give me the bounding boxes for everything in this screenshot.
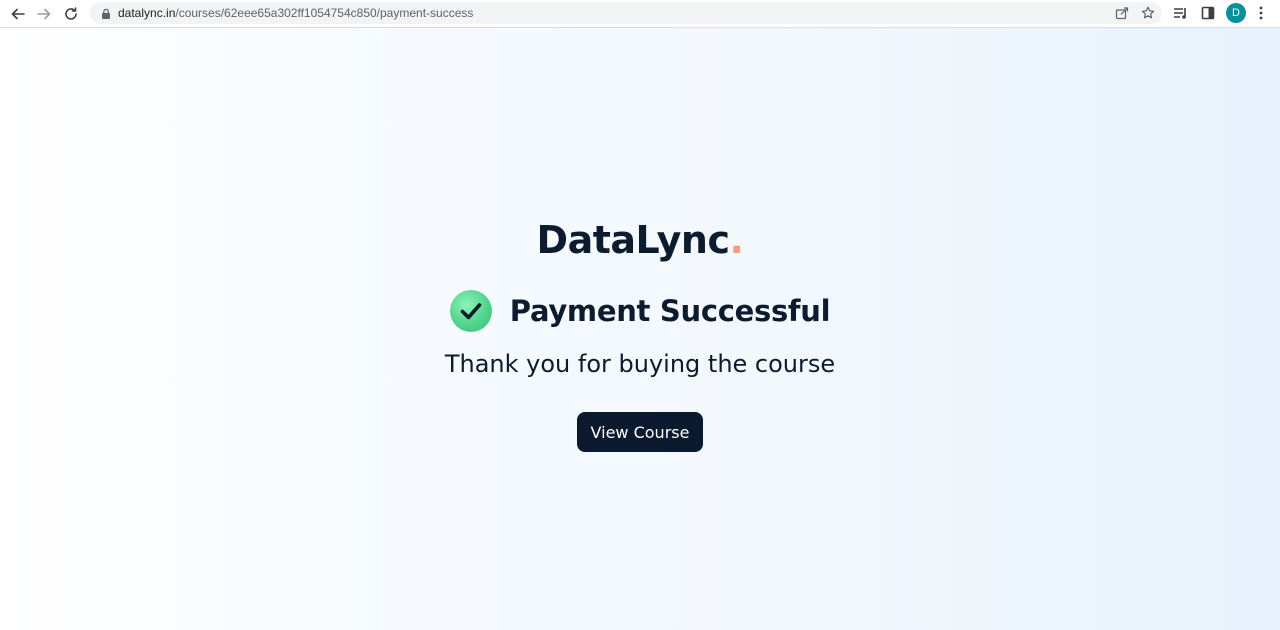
url-domain: datalync.in (118, 6, 176, 20)
reading-list-icon[interactable] (1172, 4, 1190, 22)
forward-arrow-icon[interactable] (34, 4, 54, 24)
back-arrow-icon[interactable] (8, 4, 28, 24)
logo-dot: . (729, 218, 744, 262)
side-panel-icon[interactable] (1199, 4, 1217, 22)
payment-status: Payment Successful (0, 290, 1280, 332)
url-path: /courses/62eee65a302ff1054754c850/paymen… (175, 6, 474, 20)
thank-you-message: Thank you for buying the course (444, 350, 836, 378)
page-content: DataLync. Payment Successful Thank you f… (0, 28, 1280, 630)
check-circle-icon (449, 290, 492, 332)
url-text[interactable]: datalync.in/courses/62eee65a302ff1054754… (118, 6, 473, 20)
address-bar[interactable]: datalync.in/courses/62eee65a302ff1054754… (90, 2, 1162, 24)
kebab-menu-icon[interactable] (1252, 4, 1270, 22)
logo-text: DataLync (536, 218, 730, 262)
profile-avatar[interactable]: D (1226, 3, 1246, 23)
view-course-button[interactable]: View Course (577, 412, 703, 452)
star-icon[interactable] (1140, 5, 1156, 21)
lock-icon[interactable] (100, 7, 112, 19)
share-icon[interactable] (1114, 5, 1130, 21)
browser-toolbar: datalync.in/courses/62eee65a302ff1054754… (0, 0, 1280, 28)
brand-logo[interactable]: DataLync. (0, 218, 1280, 262)
status-title: Payment Successful (509, 294, 831, 328)
reload-icon[interactable] (61, 4, 81, 24)
